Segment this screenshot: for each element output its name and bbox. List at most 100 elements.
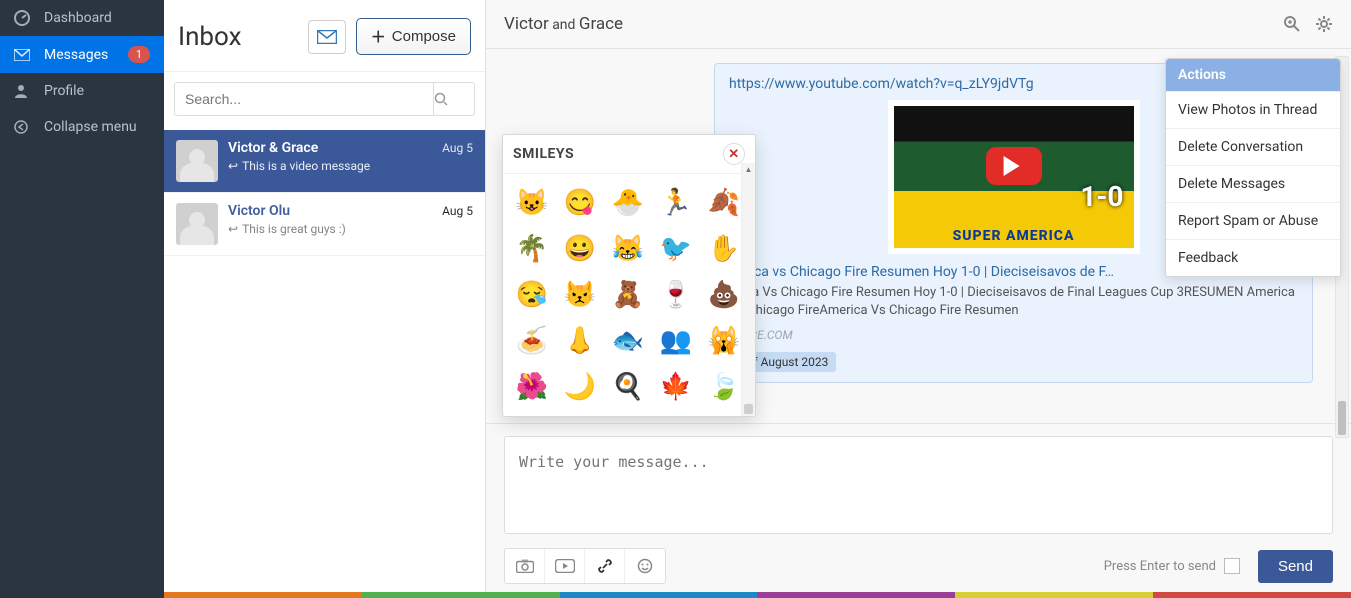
conversation-body: Victor & Grace Aug 5 ↩ This is a video me…: [228, 140, 473, 182]
smiley-icon: [637, 558, 653, 574]
message-input[interactable]: [504, 436, 1333, 534]
dashboard-icon: [14, 10, 32, 26]
inbox-mail-button[interactable]: [308, 20, 346, 54]
unread-badge: 1: [128, 46, 150, 63]
conversation-item[interactable]: Victor Olu Aug 5 ↩This is great guys :): [164, 193, 485, 256]
title-conjunction: and: [549, 17, 579, 33]
attach-video-button[interactable]: [545, 549, 585, 583]
smiley-cell[interactable]: 🍳: [609, 368, 647, 406]
smiley-cell[interactable]: 🙀: [705, 322, 743, 360]
search-button[interactable]: [433, 82, 475, 116]
press-enter-checkbox[interactable]: [1224, 558, 1240, 574]
conversation-date: Aug 5: [442, 141, 473, 155]
smiley-cell[interactable]: 🏃: [657, 184, 695, 222]
collapse-icon: [14, 120, 32, 134]
smiley-cell[interactable]: 🍃: [705, 368, 743, 406]
actions-menu: Actions View Photos in Thread Delete Con…: [1165, 58, 1341, 277]
conversation-name: Victor Olu: [228, 203, 290, 219]
smiley-cell[interactable]: 😺: [513, 184, 551, 222]
smiley-cell[interactable]: 😹: [609, 230, 647, 268]
smileys-scrollbar[interactable]: [741, 163, 755, 416]
attach-photo-button[interactable]: [505, 549, 545, 583]
smiley-cell[interactable]: 🧸: [609, 276, 647, 314]
sidebar-item-profile[interactable]: Profile: [0, 73, 164, 109]
sidebar-label: Dashboard: [44, 10, 112, 26]
smiley-cell[interactable]: 👥: [657, 322, 695, 360]
attach-link-button[interactable]: [585, 549, 625, 583]
sidebar-item-collapse[interactable]: Collapse menu: [0, 109, 164, 145]
action-delete-conversation[interactable]: Delete Conversation: [1166, 128, 1340, 165]
conversation-preview: ↩ This is a video message: [228, 159, 473, 173]
smileys-close-button[interactable]: ✕: [723, 143, 745, 165]
smiley-cell[interactable]: 🌺: [513, 368, 551, 406]
video-source: JTUBE.COM: [729, 328, 1298, 342]
smileys-header: SMILEYS ✕: [503, 135, 755, 174]
action-delete-messages[interactable]: Delete Messages: [1166, 165, 1340, 202]
press-enter-label: Press Enter to send: [1104, 559, 1216, 574]
video-description: …rica Vs Chicago Fire Resumen Hoy 1-0 | …: [729, 284, 1298, 320]
inbox-search-row: [164, 72, 485, 130]
link-icon: [597, 558, 613, 574]
inbox-header: Inbox ＋ Compose: [164, 0, 485, 72]
reply-icon: ↩: [228, 222, 238, 236]
smiley-cell[interactable]: 🍷: [657, 276, 695, 314]
preview-text: This is a video message: [242, 159, 370, 173]
search-input[interactable]: [174, 82, 433, 116]
smiley-cell[interactable]: 💩: [705, 276, 743, 314]
reply-icon: ↩: [228, 159, 238, 173]
participant-a: Victor: [504, 14, 549, 34]
attach-toolbar: [504, 548, 666, 584]
close-icon: ✕: [728, 147, 739, 162]
conversation-date: Aug 5: [442, 204, 473, 218]
press-enter-toggle[interactable]: Press Enter to send: [1104, 558, 1240, 574]
conversation-preview: ↩This is great guys :): [228, 222, 473, 236]
smiley-cell[interactable]: 🐟: [609, 322, 647, 360]
sidebar-item-messages[interactable]: Messages 1: [0, 36, 164, 73]
smiley-cell[interactable]: 👃: [561, 322, 599, 360]
user-icon: [14, 84, 32, 98]
sidebar-label: Messages: [44, 47, 108, 63]
gear-icon[interactable]: [1315, 15, 1333, 33]
smiley-cell[interactable]: 😾: [561, 276, 599, 314]
send-button[interactable]: Send: [1258, 550, 1333, 583]
composer: Press Enter to send Send: [486, 423, 1351, 598]
compose-label: Compose: [392, 28, 456, 45]
video-thumbnail[interactable]: SUPER AMERICA: [888, 100, 1140, 254]
sidebar-item-dashboard[interactable]: Dashboard: [0, 0, 164, 36]
action-view-photos[interactable]: View Photos in Thread: [1166, 91, 1340, 128]
smiley-cell[interactable]: 🍝: [513, 322, 551, 360]
thread-header: Victor and Grace: [486, 0, 1351, 49]
sidebar-label: Profile: [44, 83, 84, 99]
smiley-cell[interactable]: 🌴: [513, 230, 551, 268]
participant-b: Grace: [579, 14, 623, 34]
smiley-cell[interactable]: 😀: [561, 230, 599, 268]
conversation-name: Victor & Grace: [228, 140, 318, 156]
smiley-cell[interactable]: 🐦: [657, 230, 695, 268]
avatar: [176, 203, 218, 245]
smiley-cell[interactable]: 😋: [561, 184, 599, 222]
play-icon: [986, 147, 1042, 185]
thread-title: Victor and Grace: [504, 14, 623, 34]
smiley-cell[interactable]: 🍁: [657, 368, 695, 406]
conversation-body: Victor Olu Aug 5 ↩This is great guys :): [228, 203, 473, 245]
inbox-panel: Inbox ＋ Compose Victor & Grace Aug 5 ↩: [164, 0, 486, 598]
avatar: [176, 140, 218, 182]
compose-button[interactable]: ＋ Compose: [356, 18, 471, 55]
search-icon: [434, 92, 474, 106]
smiley-cell[interactable]: 🍂: [705, 184, 743, 222]
action-feedback[interactable]: Feedback: [1166, 239, 1340, 276]
sidebar: Dashboard Messages 1 Profile Collapse me…: [0, 0, 164, 598]
smiley-cell[interactable]: ✋: [705, 230, 743, 268]
smiley-cell[interactable]: 😪: [513, 276, 551, 314]
attach-emoji-button[interactable]: [625, 549, 665, 583]
zoom-icon[interactable]: [1283, 15, 1301, 33]
video-banner: SUPER AMERICA: [894, 224, 1134, 248]
conversation-item[interactable]: Victor & Grace Aug 5 ↩ This is a video me…: [164, 130, 485, 193]
smileys-panel: SMILEYS ✕ 😺 😋 🐣 🏃 🍂 🌴 😀 😹 🐦 ✋ 😪 😾 🧸 🍷 💩 🍝 👃 🐟 👥 🙀 🌺 🌙 🍳 🍁 🍃: [502, 134, 756, 417]
smiley-cell[interactable]: 🌙: [561, 368, 599, 406]
envelope-icon: [14, 49, 32, 61]
actions-menu-header: Actions: [1166, 59, 1340, 91]
action-report-spam[interactable]: Report Spam or Abuse: [1166, 202, 1340, 239]
smiley-cell[interactable]: 🐣: [609, 184, 647, 222]
plus-icon: ＋: [371, 26, 386, 47]
